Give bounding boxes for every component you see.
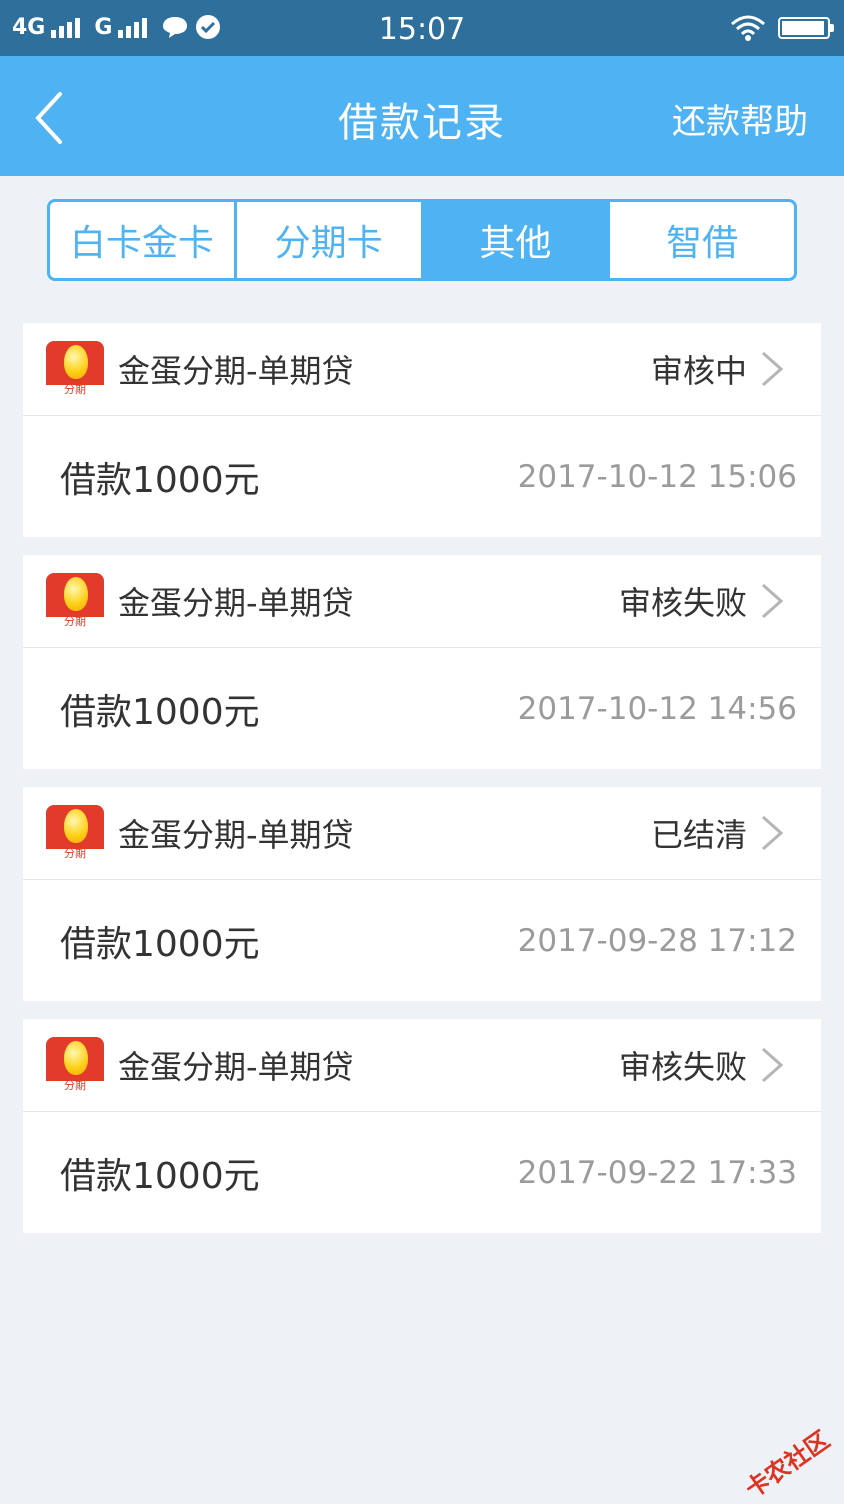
record-status: 审核失败 [618,584,747,622]
repayment-help-link[interactable]: 还款帮助 [672,94,808,143]
tab-bar: 白卡金卡 分期卡 其他 智借 [47,199,797,281]
record-datetime: 2017-09-22 17:33 [517,1154,797,1191]
loan-record-card: 分期 金蛋分期-单期贷 已结清 借款1000元 2017-09-28 17:12 [23,787,821,1001]
tab-installment-card[interactable]: 分期卡 [237,202,424,278]
status-bar: 4G G 15:07 [0,0,844,56]
loan-record-card: 分期 金蛋分期-单期贷 审核中 借款1000元 2017-10-12 15:06 [23,323,821,537]
product-name: 金蛋分期-单期贷 [118,584,354,622]
record-datetime: 2017-09-28 17:12 [517,922,797,959]
product-logo: 分期 [46,341,104,397]
tab-other[interactable]: 其他 [423,202,611,278]
record-body: 借款1000元 2017-09-28 17:12 [23,880,821,1001]
tab-zhijie[interactable]: 智借 [610,202,794,278]
record-header[interactable]: 分期 金蛋分期-单期贷 审核失败 [23,1019,821,1112]
product-logo: 分期 [46,1037,104,1093]
battery-icon [778,17,834,39]
watermark-logo: 卡农社区 [740,1425,835,1504]
loan-amount: 借款1000元 [60,459,260,501]
logo-label: 分期 [64,847,86,860]
loan-amount: 借款1000元 [60,691,260,733]
logo-label: 分期 [64,1079,86,1092]
record-header[interactable]: 分期 金蛋分期-单期贷 审核失败 [23,555,821,648]
record-header[interactable]: 分期 金蛋分期-单期贷 已结清 [23,787,821,880]
chevron-right-icon [762,351,784,387]
status-right [730,14,834,42]
status-time: 15:07 [378,12,466,47]
record-status: 审核失败 [618,1048,747,1086]
loan-amount: 借款1000元 [60,923,260,965]
loan-record-list: 分期 金蛋分期-单期贷 审核中 借款1000元 2017-10-12 15:06… [23,323,821,1251]
record-datetime: 2017-10-12 14:56 [517,690,797,727]
record-body: 借款1000元 2017-10-12 14:56 [23,648,821,769]
record-body: 借款1000元 2017-09-22 17:33 [23,1112,821,1233]
product-name: 金蛋分期-单期贷 [118,1048,354,1086]
loan-record-card: 分期 金蛋分期-单期贷 审核失败 借款1000元 2017-09-22 17:3… [23,1019,821,1233]
logo-label: 分期 [64,383,86,396]
record-header[interactable]: 分期 金蛋分期-单期贷 审核中 [23,323,821,416]
nav-bar: 借款记录 还款帮助 [0,56,844,176]
chevron-right-icon [762,583,784,619]
wifi-icon [731,15,765,41]
record-status: 已结清 [650,816,747,854]
record-status: 审核中 [650,352,747,390]
loan-record-card: 分期 金蛋分期-单期贷 审核失败 借款1000元 2017-10-12 14:5… [23,555,821,769]
loan-amount: 借款1000元 [60,1155,260,1197]
product-name: 金蛋分期-单期贷 [118,352,354,390]
tab-baika-jinka[interactable]: 白卡金卡 [50,202,237,278]
chevron-right-icon [762,1047,784,1083]
battery-level [782,21,824,35]
record-datetime: 2017-10-12 15:06 [517,458,797,495]
logo-label: 分期 [64,615,86,628]
product-name: 金蛋分期-单期贷 [118,816,354,854]
chevron-right-icon [762,815,784,851]
product-logo: 分期 [46,573,104,629]
record-body: 借款1000元 2017-10-12 15:06 [23,416,821,537]
product-logo: 分期 [46,805,104,861]
